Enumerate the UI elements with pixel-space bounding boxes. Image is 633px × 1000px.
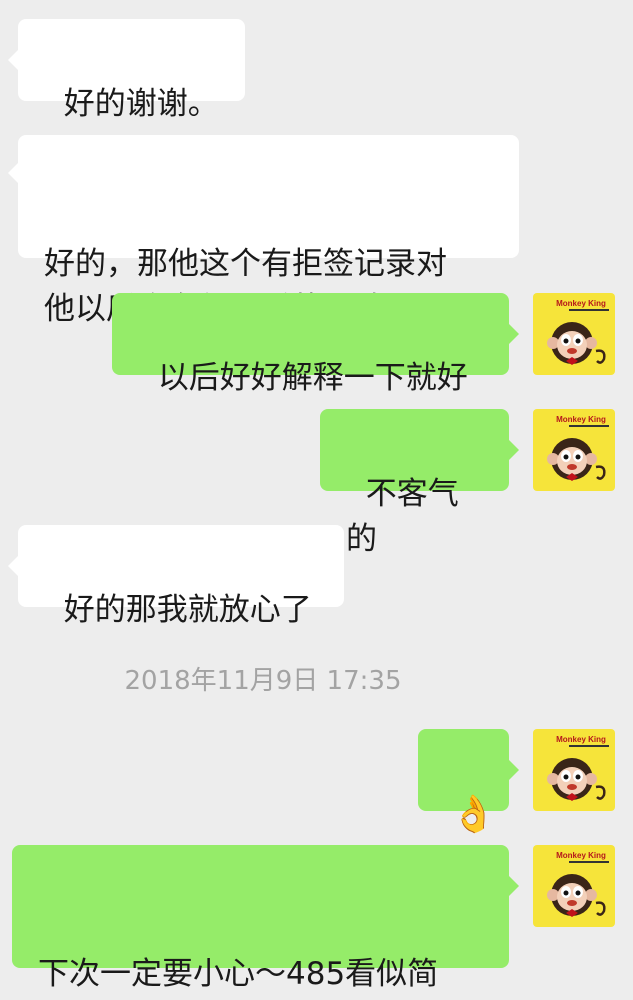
monkey-king-avatar-icon[interactable]: Monkey King <box>533 845 615 927</box>
message-text: 以后好好解释一下就好 <box>157 360 468 396</box>
svg-text:Monkey King: Monkey King <box>556 851 606 860</box>
ok-hand-emoji-icon: 👌 <box>450 794 496 835</box>
message-bubble-outgoing[interactable]: 以后好好解释一下就好 <box>112 293 509 396</box>
message-bubble-outgoing[interactable]: 不客气的 <box>320 409 509 557</box>
svg-text:Monkey King: Monkey King <box>556 415 606 424</box>
bubble-tail <box>509 760 519 780</box>
bubble-tail <box>509 440 519 460</box>
bubble-tail <box>8 50 18 70</box>
bubble-tail <box>8 556 18 576</box>
message-bubble-outgoing[interactable]: 👌 <box>418 729 509 835</box>
svg-text:Monkey King: Monkey King <box>556 299 606 308</box>
message-text: 好的那我就放心了 <box>63 592 312 628</box>
message-bubble-incoming[interactable]: 好的谢谢。 <box>18 19 245 122</box>
bubble-tail <box>8 163 18 183</box>
timestamp: 2018年11月9日 17:35 <box>124 666 402 696</box>
bubble-tail <box>509 876 519 896</box>
message-bubble-outgoing[interactable]: 下次一定要小心～485看似简 单，其实小陷阱还挺多的。 <box>12 845 509 992</box>
monkey-king-avatar-icon[interactable]: Monkey King <box>533 409 615 491</box>
message-text: 下次一定要小心～485看似简 单，其实小陷阱还挺多的。 <box>38 956 439 992</box>
message-text: 好的谢谢。 <box>63 86 219 122</box>
message-bubble-incoming[interactable]: 好的那我就放心了 <box>18 525 344 628</box>
bubble-tail <box>509 324 519 344</box>
monkey-king-avatar-icon[interactable]: Monkey King <box>533 729 615 811</box>
monkey-king-avatar-icon[interactable]: Monkey King <box>533 293 615 375</box>
svg-text:Monkey King: Monkey King <box>556 735 606 744</box>
message-bubble-incoming[interactable]: 好的，那他这个有拒签记录对 他以后会有很严重的影响吗 <box>18 135 519 327</box>
message-text: 不客气的 <box>346 476 459 557</box>
